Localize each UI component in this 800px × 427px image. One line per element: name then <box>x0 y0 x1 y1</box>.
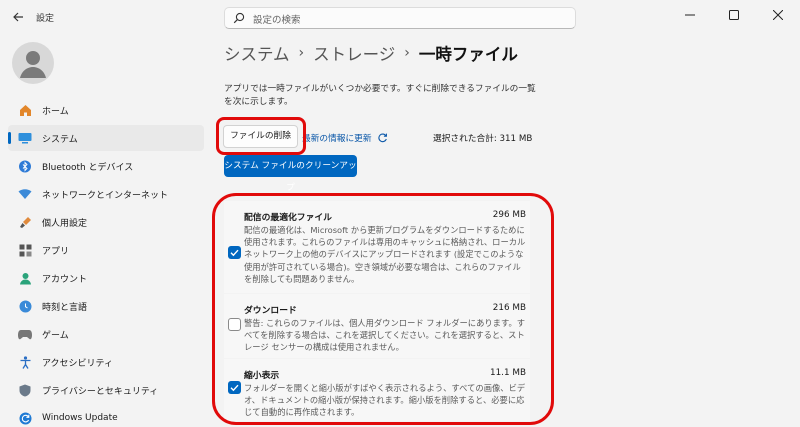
maximize-icon <box>729 10 739 20</box>
sidebar-item-label: 個人用設定 <box>42 218 88 229</box>
shield-icon <box>18 383 32 397</box>
title-bar: 設定 設定の検索 <box>0 0 800 34</box>
sidebar-item-network[interactable]: ネットワークとインターネット <box>8 181 204 207</box>
minimize-button[interactable] <box>668 0 712 30</box>
update-icon <box>18 411 32 425</box>
nav-list: ホーム システム Bluetooth とデバイス ネットワークとインターネット … <box>8 97 204 427</box>
accessibility-icon <box>18 355 32 369</box>
minimize-icon <box>685 14 695 16</box>
breadcrumb: システム › ストレージ › 一時ファイル <box>224 41 518 65</box>
selected-total: 選択された合計: 311 MB <box>433 134 533 144</box>
sidebar-item-gaming[interactable]: ゲーム <box>8 321 204 347</box>
breadcrumb-separator: › <box>404 45 410 61</box>
brush-icon <box>18 215 32 229</box>
refresh-label: 最新の情報に更新 <box>302 134 372 144</box>
page-description: アプリでは一時ファイルがいくつか必要です。すぐに削除できるファイルの一覧を次に示… <box>224 84 536 107</box>
sidebar-item-label: プライバシーとセキュリティ <box>42 386 159 397</box>
sidebar-item-accessibility[interactable]: アクセシビリティ <box>8 349 204 375</box>
breadcrumb-system[interactable]: システム <box>224 41 290 65</box>
account-icon <box>18 271 32 285</box>
sidebar-item-time-language[interactable]: 時刻と言語 <box>8 293 204 319</box>
refresh-link[interactable]: 最新の情報に更新 <box>302 131 388 144</box>
back-arrow-icon <box>13 12 23 22</box>
highlight-delete-button <box>216 117 306 155</box>
user-icon <box>20 51 46 78</box>
globe-clock-icon <box>18 299 32 313</box>
sidebar-item-label: Bluetooth とデバイス <box>42 162 134 173</box>
gamepad-icon <box>18 327 32 341</box>
cleanup-system-files-button[interactable]: システム ファイルのクリーンアップ <box>224 155 357 193</box>
close-icon <box>773 10 783 20</box>
search-box[interactable]: 設定の検索 <box>224 7 576 29</box>
sidebar-item-accounts[interactable]: アカウント <box>8 265 204 291</box>
avatar[interactable] <box>12 42 54 84</box>
breadcrumb-separator: › <box>298 45 305 61</box>
sidebar-item-windows-update[interactable]: Windows Update <box>8 405 204 427</box>
search-icon <box>233 12 245 24</box>
breadcrumb-storage[interactable]: ストレージ <box>313 41 395 65</box>
sidebar-item-label: 時刻と言語 <box>42 302 88 313</box>
page-title: 一時ファイル <box>418 45 518 64</box>
highlight-file-list <box>212 193 554 425</box>
sidebar-item-label: Windows Update <box>42 413 118 423</box>
back-button[interactable] <box>8 8 28 26</box>
sidebar: ホーム システム Bluetooth とデバイス ネットワークとインターネット … <box>0 34 206 427</box>
window-controls <box>668 0 800 30</box>
search-input[interactable]: 設定の検索 <box>253 12 301 26</box>
system-icon <box>18 131 32 145</box>
sidebar-item-system[interactable]: システム <box>8 125 204 151</box>
sidebar-item-label: アクセシビリティ <box>42 358 114 369</box>
sidebar-item-apps[interactable]: アプリ <box>8 237 204 263</box>
sidebar-item-privacy[interactable]: プライバシーとセキュリティ <box>8 377 204 403</box>
refresh-icon <box>377 133 387 143</box>
bluetooth-icon <box>18 159 32 173</box>
sidebar-item-label: アカウント <box>42 274 88 285</box>
sidebar-item-label: システム <box>42 134 78 145</box>
sidebar-item-home[interactable]: ホーム <box>8 97 204 123</box>
sidebar-item-bluetooth[interactable]: Bluetooth とデバイス <box>8 153 204 179</box>
sidebar-item-label: アプリ <box>42 246 70 257</box>
sidebar-item-label: ゲーム <box>42 330 69 341</box>
maximize-button[interactable] <box>712 0 756 30</box>
sidebar-item-personalization[interactable]: 個人用設定 <box>8 209 204 235</box>
apps-icon <box>18 243 32 257</box>
close-button[interactable] <box>756 0 800 30</box>
home-icon <box>18 103 32 117</box>
sidebar-item-label: ネットワークとインターネット <box>42 190 169 201</box>
app-title: 設定 <box>36 14 55 24</box>
network-icon <box>18 187 32 201</box>
sidebar-item-label: ホーム <box>42 106 69 117</box>
